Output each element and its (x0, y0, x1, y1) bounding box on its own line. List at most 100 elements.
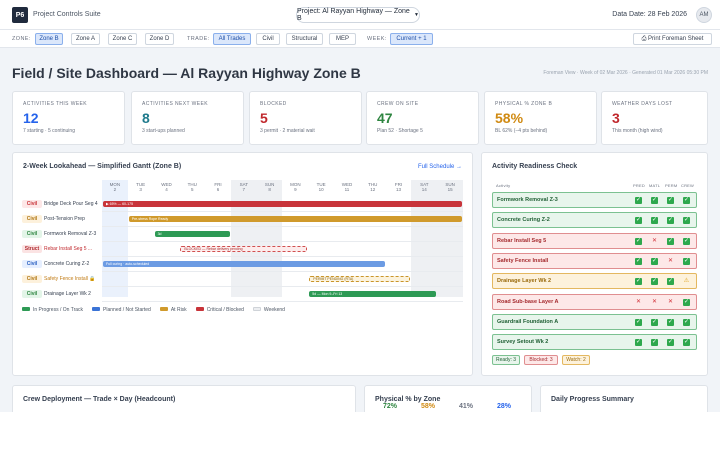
gantt-day-date: 6 (216, 187, 220, 192)
check-icon: ✓ (651, 257, 658, 265)
check-icon: ✓ (635, 237, 642, 245)
physical-by-zone-title: Physical % by Zone (375, 396, 441, 403)
gantt-trade-badge: Civil (22, 275, 42, 283)
zone-physical-percent: 58% (421, 403, 436, 410)
full-schedule-link[interactable]: Full Schedule → (418, 164, 462, 170)
gantt-bar[interactable]: 3d (154, 231, 230, 237)
gantt-row-divider (102, 241, 463, 242)
kpi-sub: This month (high wind) (612, 128, 663, 134)
cross-icon: ✕ (667, 298, 674, 305)
readiness-row[interactable]: Drainage Layer Wk 2 ✓ ✓ ✓ ⚠ (492, 273, 697, 290)
check-icon: ✓ (683, 298, 690, 306)
gantt-task-name[interactable]: Drainage Layer Wk 2 (44, 291, 91, 297)
gantt-bar[interactable]: PERMIT PENDING (RTA) (309, 276, 411, 282)
trade-chip-mep[interactable]: MEP (329, 33, 356, 45)
gantt-day-date: 10 (318, 187, 324, 192)
kpi-label: Physical % Zone B (495, 101, 553, 107)
gantt-bar[interactable]: Pre-stress Rope Ready (128, 216, 462, 222)
zone-chip-d[interactable]: Zone D (145, 33, 174, 45)
gantt-legend: In Progress / On Track Planned / Not Star… (22, 306, 294, 314)
readiness-row[interactable]: Safety Fence Install ✓ ✓ ✕ ✓ (492, 252, 697, 269)
readiness-row[interactable]: Guardrail Foundation A ✓ ✓ ✓ ✓ (492, 313, 697, 330)
gantt-task-name[interactable]: Concrete Curing Z-2 (44, 261, 89, 267)
gantt-day-column: TUE 3 (128, 180, 154, 297)
legend-swatch (22, 307, 30, 311)
trade-filter-label: TRADE: (187, 36, 210, 42)
gantt-day-column: SUN 8 (256, 180, 283, 297)
kpi-value: 58% (495, 110, 524, 126)
gantt-task-name[interactable]: Rebar Install Seg 5 ... (44, 246, 92, 252)
filter-bar: ZONE: Zone B Zone A Zone C Zone D TRADE:… (0, 30, 720, 48)
legend-swatch (252, 307, 261, 311)
gantt-task-name[interactable]: Safety Fence Install 🔒 (44, 276, 96, 282)
gantt-day-column: MON 9 (283, 180, 309, 297)
cross-icon: ✕ (635, 298, 642, 305)
kpi-activities-next-week: Activities Next Week 8 3 start-ups plann… (131, 91, 244, 145)
kpi-sub: 7 starting · 5 continuing (23, 128, 75, 134)
readiness-activity-name: Concrete Curing Z-2 (497, 217, 550, 224)
gantt-trade-badge: Civil (22, 200, 42, 208)
trade-chip-structural[interactable]: Structural (286, 33, 323, 45)
print-foreman-sheet-button[interactable]: ⎙ Print Foreman Sheet (633, 33, 712, 45)
check-icon: ✓ (635, 278, 642, 286)
readiness-activity-name: Road Sub-base Layer A (497, 298, 559, 305)
check-icon: ✓ (683, 339, 690, 347)
check-icon: ✓ (651, 339, 658, 347)
readiness-activity-name: Survey Setout Wk 2 (497, 339, 549, 346)
readiness-row[interactable]: Rebar Install Seg 5 ✓ ✕ ✓ ✓ (492, 232, 697, 249)
readiness-row[interactable]: Survey Setout Wk 2 ✓ ✓ ✓ ✓ (492, 334, 697, 351)
zone-physical-percent: 28% (497, 403, 512, 410)
readiness-row[interactable]: Road Sub-base Layer A ✕ ✕ ✕ ✓ (492, 293, 697, 310)
zone-chip-b[interactable]: Zone B (35, 33, 63, 45)
gantt-day-date: 12 (370, 187, 376, 192)
kpi-value: 5 (260, 110, 268, 126)
legend-item: Weekend (252, 307, 285, 313)
zone-chip-a[interactable]: Zone A (71, 33, 100, 45)
readiness-activity-name: Formwork Removal Z-3 (497, 197, 558, 203)
readiness-title: Activity Readiness Check (492, 163, 578, 170)
gantt-task-name[interactable]: Post-Tension Prep (44, 216, 85, 222)
gantt-row-divider (102, 286, 463, 287)
gantt-bar[interactable]: ▶ 65% — 60-175 (103, 201, 462, 207)
week-chip[interactable]: Current + 1 (390, 33, 433, 45)
kpi-sub: 3 start-ups planned (142, 128, 185, 134)
gantt-bar[interactable]: 5d — Mon 9–Fri 13 (309, 291, 437, 297)
kpi-weather-days-lost: Weather Days Lost 3 This month (high win… (601, 91, 708, 145)
trade-chip-civil[interactable]: Civil (256, 33, 280, 45)
legend-item: In Progress / On Track (22, 307, 83, 313)
legend-swatch (92, 307, 101, 311)
user-avatar[interactable]: AM (696, 7, 712, 23)
trade-chip-all[interactable]: All Trades (213, 33, 251, 45)
gantt-row-divider (102, 301, 463, 302)
gantt-day-date: 14 (421, 187, 427, 192)
check-icon: ✓ (683, 217, 690, 225)
readiness-summary-blocked: Blocked: 3 (524, 355, 558, 365)
gantt-trade-badge: Civil (22, 230, 42, 238)
cross-icon: ✕ (667, 257, 674, 264)
gantt-day-column: WED 4 (154, 180, 180, 297)
crew-deployment-title: Crew Deployment — Trade × Day (Headcount… (23, 396, 176, 403)
kpi-label: Activities This Week (23, 101, 88, 107)
kpi-value: 3 (612, 110, 620, 126)
kpi-value: 8 (142, 110, 150, 126)
check-icon: ✓ (635, 339, 642, 347)
readiness-row[interactable]: Formwork Removal Z-3 ✓ ✓ ✓ ✓ (492, 192, 697, 208)
readiness-row[interactable]: Concrete Curing Z-2 ✓ ✓ ✓ ✓ (492, 212, 697, 229)
legend-swatch (159, 307, 168, 311)
gantt-day-date: 2 (113, 187, 117, 192)
kpi-value: 47 (377, 110, 393, 126)
check-icon: ✓ (667, 237, 674, 245)
gantt-task-name[interactable]: Bridge Deck Pour Seg 4 (44, 201, 98, 207)
zone-chip-c[interactable]: Zone C (108, 33, 137, 45)
legend-swatch (195, 307, 204, 311)
check-icon: ✓ (651, 197, 658, 204)
readiness-summary-watch: Watch: 2 (562, 355, 590, 365)
gantt-bar[interactable]: BLOCKED — Rebar delivery pending (180, 246, 308, 252)
gantt-task-name[interactable]: Formwork Removal Z-3 (44, 231, 96, 237)
zone-physical-percent: 72% (383, 403, 398, 410)
check-icon: ✓ (667, 217, 674, 225)
project-selector[interactable]: Project: Al Rayyan Highway — Zone B ▼ (296, 7, 420, 23)
kpi-physical-percent: Physical % Zone B 58% BL 62% (−4 pts beh… (484, 91, 597, 145)
gantt-bar[interactable]: Full curing · auto-scheduled (103, 261, 385, 267)
kpi-label: Weather Days Lost (612, 101, 673, 107)
